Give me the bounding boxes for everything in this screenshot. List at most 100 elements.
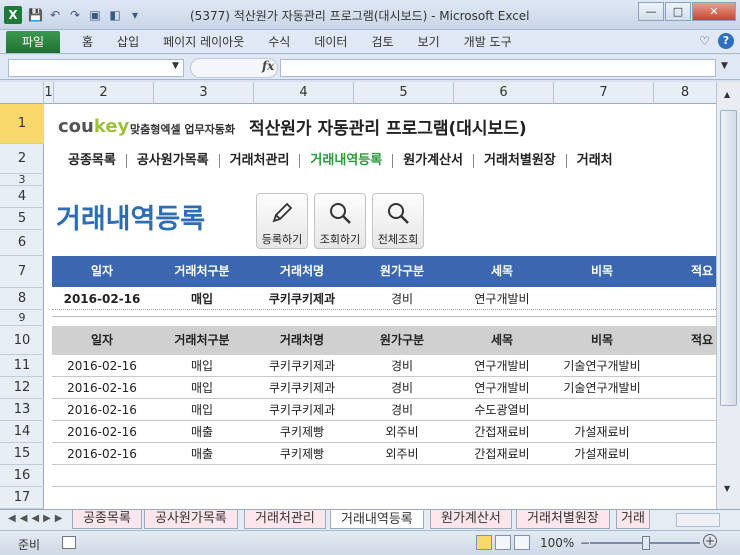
camera-icon[interactable]: ◧ [108,8,122,22]
input-date[interactable]: 2016-02-16 [52,288,152,310]
nav-item-cost-statement[interactable]: 원가계산서 [393,154,474,168]
customize-qat-icon[interactable]: ▾ [128,8,142,22]
cell-date: 2016-02-16 [67,381,137,395]
sheet-tab[interactable]: 원가계산서 [430,510,512,529]
row-header[interactable]: 11 [0,355,44,377]
zoom-out-button[interactable]: − [580,536,590,550]
horizontal-scrollbar[interactable] [676,513,720,527]
row-header[interactable]: 12 [0,377,44,399]
header-expense: 비목 [590,264,614,278]
page-break-view-icon[interactable] [514,535,530,550]
expand-formula-bar-icon[interactable]: ▼ [721,61,728,71]
register-button[interactable]: 등록하기 [256,193,308,249]
scroll-down-icon[interactable]: ▼ [724,484,730,493]
minimize-ribbon-icon[interactable]: ♡ [699,34,710,48]
tab-view[interactable]: 보기 [406,33,452,50]
maximize-button[interactable]: □ [665,2,691,21]
sheet-nav-arrows-icon[interactable]: ◀◀◀▶▶ [8,513,66,524]
row-headers: 1 2 3 4 5 6 7 8 9 10 11 12 13 14 15 16 1… [0,104,44,509]
table-row[interactable]: 2016-02-16 매입 쿠키쿠키제과 경비 수도광열비 [52,399,716,421]
row-header[interactable]: 8 [0,288,44,310]
normal-view-icon[interactable] [476,535,492,550]
input-item[interactable]: 연구개발비 [452,288,552,310]
row-header[interactable]: 1 [0,104,44,144]
table-row[interactable]: 2016-02-16 매출 쿠키제빵 외주비 간접재료비 가설재료비 [52,421,716,443]
help-icon[interactable]: ? [718,33,734,49]
page-layout-view-icon[interactable] [495,535,511,550]
row-header[interactable]: 2 [0,144,44,174]
undo-icon[interactable]: ↶ [48,8,62,22]
row-header[interactable]: 14 [0,421,44,443]
row-header[interactable]: 3 [0,173,44,186]
zoom-slider-thumb[interactable] [642,536,650,550]
row-header[interactable]: 6 [0,230,44,256]
tab-file[interactable]: 파일 [6,30,60,53]
input-client-type[interactable]: 매입 [152,288,252,310]
macro-record-icon[interactable] [62,536,76,549]
nav-item-trade-types[interactable]: 공종목록 [44,154,127,168]
minimize-button[interactable]: — [638,2,664,21]
redo-icon[interactable]: ↷ [68,8,82,22]
search-all-button[interactable]: 전체조회 [372,193,424,249]
table-row[interactable]: 2016-02-16 매입 쿠키쿠키제과 경비 연구개발비 기술연구개발비 [52,377,716,399]
nav-item-clients[interactable]: 거래처관리 [220,154,301,168]
column-header[interactable]: 8 [654,82,716,104]
save-icon[interactable]: 💾 [28,8,43,22]
row-header[interactable]: 13 [0,399,44,421]
nav-item-cost-list[interactable]: 공사원가목록 [127,154,220,168]
input-client-name[interactable]: 쿠키쿠키제과 [252,288,352,310]
cell-cost-type: 외주비 [385,425,419,439]
row-header[interactable]: 7 [0,256,44,288]
vertical-scrollbar[interactable]: ▲ ▼ [716,82,740,509]
row-header[interactable]: 4 [0,186,44,208]
sheet-tab[interactable]: 거래처관리 [244,510,326,529]
row-header[interactable]: 10 [0,326,44,355]
nav-item-client-ledger[interactable]: 거래처별원장 [474,154,567,168]
sheet-tab-active[interactable]: 거래내역등록 [330,510,424,529]
column-header[interactable]: 5 [354,82,454,104]
close-button[interactable]: ✕ [692,2,736,21]
tab-review[interactable]: 검토 [359,33,405,50]
column-header[interactable]: 1 [44,82,54,104]
sheet-tab[interactable]: 공종목록 [72,510,142,529]
row-header[interactable]: 15 [0,443,44,465]
column-header[interactable]: 4 [254,82,354,104]
sheet-tab[interactable]: 거래처별원장 [516,510,610,529]
tab-developer[interactable]: 개발 도구 [452,33,524,50]
tab-insert[interactable]: 삽입 [105,33,151,50]
column-header[interactable]: 6 [454,82,554,104]
formula-input[interactable] [280,59,716,77]
name-box-dropdown-icon[interactable]: ▼ [172,61,179,71]
row-header[interactable]: 16 [0,465,44,487]
column-header[interactable]: 3 [154,82,254,104]
tab-page-layout[interactable]: 페이지 레이아웃 [151,33,256,50]
sheet-tab[interactable]: 공사원가목록 [144,510,238,529]
nav-item-transactions[interactable]: 거래내역등록 [300,154,394,168]
name-box[interactable] [8,59,184,77]
table-row[interactable]: 2016-02-16 매출 쿠키제빵 외주비 간접재료비 가설재료비 [52,443,716,465]
sheet-tab[interactable]: 거래 [616,510,650,529]
row-header[interactable]: 17 [0,487,44,509]
row-header[interactable]: 5 [0,208,44,230]
worksheet[interactable]: coukey 맞춤형엑셀 업무자동화 적산원가 자동관리 프로그램(대시보드) … [44,104,716,509]
tab-data[interactable]: 데이터 [302,33,359,50]
table-row-empty[interactable] [52,465,716,487]
nav-item-more[interactable]: 거래처 [567,154,623,168]
search-button[interactable]: 조회하기 [314,193,366,249]
scroll-up-icon[interactable]: ▲ [724,90,730,99]
form-icon[interactable]: ▣ [88,8,102,22]
column-header[interactable]: 7 [554,82,654,104]
tab-formulas[interactable]: 수식 [256,33,302,50]
select-all-corner[interactable] [0,82,44,104]
insert-function-button[interactable]: fx [262,59,274,73]
cell-client-name: 쿠키쿠키제과 [268,359,336,373]
tab-home[interactable]: 홈 [70,33,105,50]
input-cost-type[interactable]: 경비 [352,288,452,310]
excel-app-icon[interactable]: X [4,6,22,24]
zoom-level[interactable]: 100% [540,536,574,550]
table-row[interactable]: 2016-02-16 매입 쿠키쿠키제과 경비 연구개발비 기술연구개발비 [52,355,716,377]
vertical-scroll-thumb[interactable] [720,110,737,406]
zoom-in-button[interactable]: + [703,534,717,548]
column-header[interactable]: 2 [54,82,154,104]
row-header[interactable]: 9 [0,310,44,326]
